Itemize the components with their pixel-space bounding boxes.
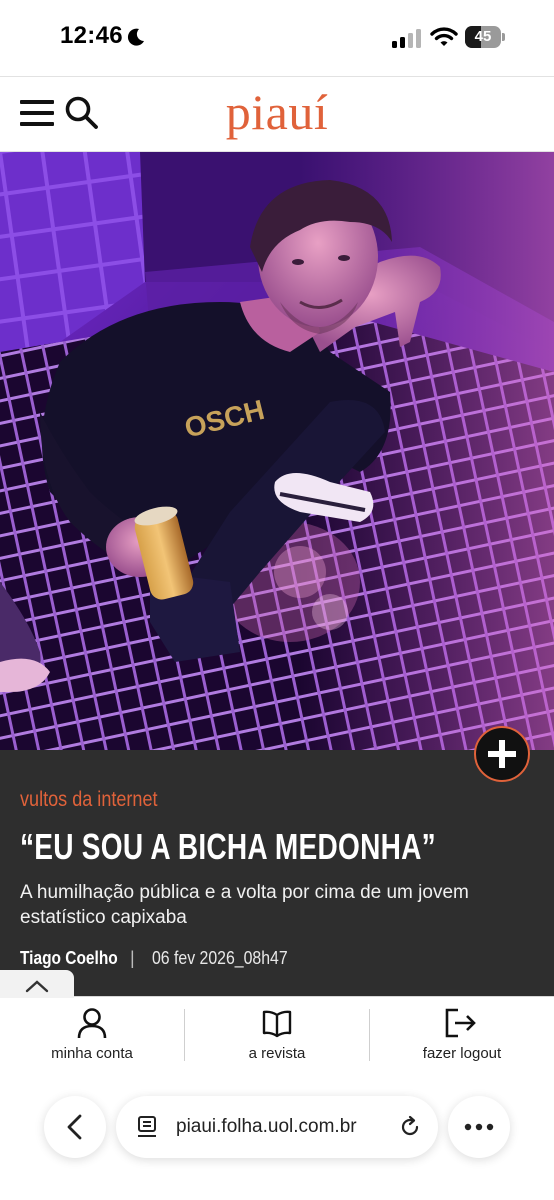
article-kicker[interactable]: vultos da internet (20, 788, 158, 812)
battery-level: 45 (474, 28, 492, 45)
article-date: 06 fev 2026_08h47 (152, 948, 288, 968)
page-icon (138, 1116, 156, 1137)
url-text: piaui.folha.uol.com.br (176, 1116, 357, 1137)
nav-label-account: minha conta (51, 1045, 133, 1062)
more-icon (464, 1123, 494, 1131)
article-author[interactable]: Tiago Coelho (20, 948, 118, 969)
site-header: piauí (0, 76, 554, 152)
article-headline: “EU SOU A BICHA MEDONHA” (20, 826, 436, 867)
chevron-left-icon (67, 1114, 82, 1140)
logout-icon (445, 1008, 476, 1038)
chevron-up-icon (25, 980, 49, 993)
user-icon (77, 1008, 107, 1039)
nav-label-magazine: a revista (248, 1045, 306, 1062)
nav-item-account[interactable]: minha conta (0, 997, 184, 1083)
reload-icon[interactable] (398, 1115, 422, 1139)
site-bottom-nav: minha conta a revista fazer logout (0, 996, 554, 1082)
more-button[interactable] (448, 1096, 510, 1158)
moon-icon (127, 28, 144, 46)
back-button[interactable] (44, 1096, 106, 1158)
status-bar: 12:46 45 (0, 0, 554, 76)
browser-toolbar: piaui.folha.uol.com.br (0, 1082, 554, 1200)
nav-label-logout: fazer logout (422, 1045, 502, 1062)
site-logo[interactable]: piauí (0, 83, 554, 141)
collapse-button[interactable] (0, 970, 74, 998)
book-icon (262, 1010, 292, 1038)
nav-item-logout[interactable]: fazer logout (370, 997, 554, 1083)
status-time: 12:46 (60, 22, 123, 49)
article-subheadline: A humilhação pública e a volta por cima … (20, 882, 469, 928)
battery-icon: 45 (465, 26, 505, 48)
hero-image: OSCH (0, 152, 554, 750)
cellular-signal-icon (392, 29, 421, 48)
wifi-icon (430, 27, 458, 46)
address-bar[interactable]: piaui.folha.uol.com.br (116, 1096, 438, 1158)
article-byline: Tiago Coelho | 06 fev 2026_08h47 (20, 948, 288, 969)
byline-separator: | (130, 948, 135, 968)
plus-icon[interactable] (474, 726, 530, 782)
nav-item-magazine[interactable]: a revista (185, 997, 369, 1083)
